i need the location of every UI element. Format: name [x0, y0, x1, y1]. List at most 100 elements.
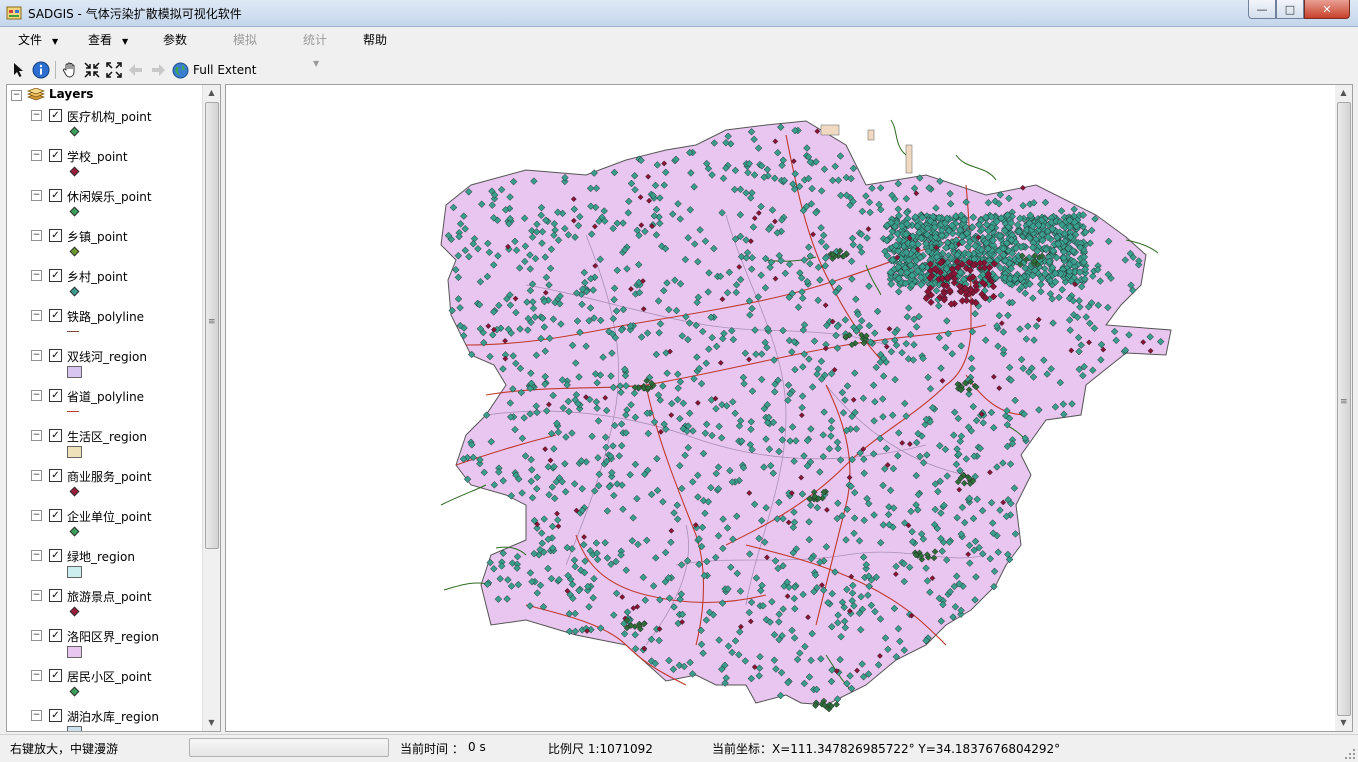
layer-expander[interactable]: − — [31, 430, 42, 441]
layer-expander[interactable]: − — [31, 470, 42, 481]
layer-symbol — [69, 526, 80, 537]
layer-symbol — [69, 686, 80, 697]
full-extent-label[interactable]: Full Extent — [193, 63, 256, 77]
map-scroll-down-icon[interactable]: ▼ — [1335, 715, 1352, 731]
layer-expander[interactable]: − — [31, 230, 42, 241]
layer-expander[interactable]: − — [31, 270, 42, 281]
close-button[interactable]: ✕ — [1304, 0, 1350, 19]
layer-name[interactable]: 商业服务_point — [67, 468, 152, 485]
layer-name[interactable]: 旅游景点_point — [67, 588, 152, 605]
layer-expander[interactable]: − — [31, 310, 42, 321]
layer-symbol — [67, 331, 79, 332]
layer-expander[interactable]: − — [31, 550, 42, 561]
layer-visibility-checkbox[interactable]: ✓ — [49, 669, 62, 682]
layer-expander[interactable]: − — [31, 710, 42, 721]
pan-hand-icon[interactable] — [59, 59, 81, 81]
layer-symbol — [69, 246, 80, 257]
layer-symbol — [69, 126, 80, 137]
layer-visibility-checkbox[interactable]: ✓ — [49, 229, 62, 242]
scroll-up-icon[interactable]: ▲ — [203, 85, 220, 101]
menu-item-label: 查看 — [88, 33, 113, 47]
layer-expander[interactable]: − — [31, 590, 42, 601]
layer-expander[interactable]: − — [31, 190, 42, 201]
menu-item-5[interactable]: 帮助 — [351, 29, 411, 51]
layer-tree-scrollbar[interactable]: ▲ ≡ ▼ — [202, 85, 220, 731]
map-canvas[interactable] — [226, 85, 1337, 731]
layer-symbol — [69, 206, 80, 217]
globe-icon[interactable] — [169, 59, 191, 81]
layer-visibility-checkbox[interactable]: ✓ — [49, 269, 62, 282]
scroll-down-icon[interactable]: ▼ — [203, 715, 220, 731]
layer-visibility-checkbox[interactable]: ✓ — [49, 629, 62, 642]
menu-item-3[interactable]: 模拟 — [221, 29, 291, 51]
layer-symbol — [67, 366, 82, 378]
map-scroll-thumb[interactable] — [1337, 102, 1351, 716]
dropdown-arrow-icon: ▼ — [313, 59, 320, 68]
map-scrollbar[interactable]: ▲ ≡ ▼ — [1335, 85, 1352, 731]
layer-expander[interactable]: − — [31, 110, 42, 121]
lake-region — [867, 129, 875, 141]
layer-name[interactable]: 企业单位_point — [67, 508, 152, 525]
layer-symbol — [67, 446, 82, 458]
layer-name[interactable]: 乡镇_point — [67, 228, 128, 245]
layer-visibility-checkbox[interactable]: ✓ — [49, 469, 62, 482]
layer-symbol — [67, 566, 82, 578]
layer-expander[interactable]: − — [31, 390, 42, 401]
layer-visibility-checkbox[interactable]: ✓ — [49, 429, 62, 442]
status-bar: 右键放大，中键漫游 当前时间 ： 0 s 比例尺 1:1071092 当前坐标：… — [0, 734, 1358, 762]
layer-name[interactable]: 医疗机构_point — [67, 108, 152, 125]
layer-visibility-checkbox[interactable]: ✓ — [49, 589, 62, 602]
layer-name[interactable]: 双线河_region — [67, 348, 147, 365]
toolbar-separator — [55, 61, 56, 79]
layer-name[interactable]: 乡村_point — [67, 268, 128, 285]
forward-arrow-icon[interactable] — [147, 59, 169, 81]
resize-grip-icon[interactable] — [1344, 748, 1356, 760]
lake-region — [905, 144, 913, 174]
layer-symbol — [67, 726, 82, 731]
layer-name[interactable]: 学校_point — [67, 148, 128, 165]
layer-name[interactable]: 居民小区_point — [67, 668, 152, 685]
layer-name[interactable]: 湖泊水库_region — [67, 708, 159, 725]
layer-name[interactable]: 铁路_polyline — [67, 308, 144, 325]
menu-item-0[interactable]: 文件 ▼ — [6, 29, 76, 51]
layer-visibility-checkbox[interactable]: ✓ — [49, 709, 62, 722]
layer-expander[interactable]: − — [31, 150, 42, 161]
menu-item-4[interactable]: 统计 ▼ — [291, 29, 351, 68]
layer-visibility-checkbox[interactable]: ✓ — [49, 149, 62, 162]
toolbar: Full Extent — [8, 58, 256, 82]
map-scroll-up-icon[interactable]: ▲ — [1335, 85, 1352, 101]
maximize-button[interactable]: □ — [1276, 0, 1304, 19]
layer-expander[interactable]: − — [31, 630, 42, 641]
layer-symbol — [67, 411, 79, 412]
layer-name[interactable]: 省道_polyline — [67, 388, 144, 405]
layer-name[interactable]: 绿地_region — [67, 548, 135, 565]
layer-visibility-checkbox[interactable]: ✓ — [49, 389, 62, 402]
layer-visibility-checkbox[interactable]: ✓ — [49, 109, 62, 122]
layer-name[interactable]: 生活区_region — [67, 428, 147, 445]
layer-visibility-checkbox[interactable]: ✓ — [49, 509, 62, 522]
layer-symbol — [69, 166, 80, 177]
minimize-button[interactable]: — — [1248, 0, 1276, 19]
menu-item-2[interactable]: 参数 — [151, 29, 221, 51]
layer-name[interactable]: 洛阳区界_region — [67, 628, 159, 645]
layer-visibility-checkbox[interactable]: ✓ — [49, 189, 62, 202]
layer-visibility-checkbox[interactable]: ✓ — [49, 549, 62, 562]
layer-name[interactable]: 休闲娱乐_point — [67, 188, 152, 205]
dropdown-arrow-icon: ▼ — [52, 37, 59, 46]
layer-expander[interactable]: − — [31, 670, 42, 681]
progress-bar — [189, 738, 389, 757]
layer-visibility-checkbox[interactable]: ✓ — [49, 349, 62, 362]
zoom-in-icon[interactable] — [81, 59, 103, 81]
select-arrow-icon[interactable] — [8, 59, 30, 81]
town-point — [833, 701, 840, 708]
expander-root[interactable]: − — [11, 90, 22, 101]
layer-expander[interactable]: − — [31, 350, 42, 361]
menu-item-1[interactable]: 查看 ▼ — [76, 29, 151, 51]
zoom-out-icon[interactable] — [103, 59, 125, 81]
app-icon — [6, 6, 22, 20]
layer-expander[interactable]: − — [31, 510, 42, 521]
identify-info-icon[interactable] — [30, 59, 52, 81]
layer-visibility-checkbox[interactable]: ✓ — [49, 309, 62, 322]
back-arrow-icon[interactable] — [125, 59, 147, 81]
map-view[interactable]: ▲ ≡ ▼ — [225, 84, 1353, 732]
